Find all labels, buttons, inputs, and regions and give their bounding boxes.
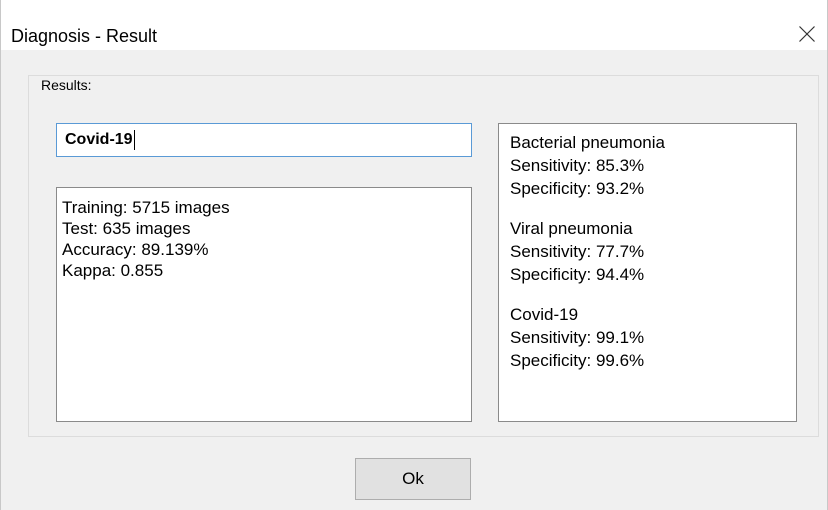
stat-group-covid: Covid-19 Sensitivity: 99.1% Specificity:… <box>510 303 785 372</box>
info-line-test: Test: 635 images <box>62 219 191 238</box>
stat-sensitivity: Sensitivity: 99.1% <box>510 328 645 347</box>
info-line-kappa: Kappa: 0.855 <box>62 261 164 280</box>
ok-button[interactable]: Ok <box>355 458 471 500</box>
stat-specificity: Specificity: 93.2% <box>510 179 645 198</box>
title-bar: Diagnosis - Result <box>1 0 827 50</box>
stat-specificity: Specificity: 94.4% <box>510 265 645 284</box>
dialog-window: Diagnosis - Result Results: Covid-19 Tra… <box>0 0 828 510</box>
selected-class-field[interactable]: Covid-19 <box>56 123 472 157</box>
summary-textbox[interactable]: Training: 5715 images Test: 635 images A… <box>56 187 472 422</box>
stat-class-name: Bacterial pneumonia <box>510 133 665 152</box>
stat-specificity: Specificity: 99.6% <box>510 351 645 370</box>
ok-button-label: Ok <box>402 469 424 488</box>
close-button[interactable] <box>793 20 821 48</box>
text-caret <box>133 129 135 150</box>
window-title: Diagnosis - Result <box>11 26 158 46</box>
close-icon <box>799 26 815 42</box>
stat-class-name: Viral pneumonia <box>510 219 633 238</box>
info-line-training: Training: 5715 images <box>62 198 230 217</box>
results-group-label: Results: <box>39 77 94 93</box>
stat-class-name: Covid-19 <box>510 305 579 324</box>
dialog-body: Results: Covid-19 Training: 5715 images … <box>1 50 827 510</box>
stat-sensitivity: Sensitivity: 85.3% <box>510 156 645 175</box>
stat-group-bacterial: Bacterial pneumonia Sensitivity: 85.3% S… <box>510 131 785 200</box>
stat-group-viral: Viral pneumonia Sensitivity: 77.7% Speci… <box>510 217 785 286</box>
stat-sensitivity: Sensitivity: 77.7% <box>510 242 645 261</box>
selected-class-value: Covid-19 <box>65 131 133 148</box>
info-line-accuracy: Accuracy: 89.139% <box>62 240 209 259</box>
class-stats-textbox[interactable]: Bacterial pneumonia Sensitivity: 85.3% S… <box>498 123 797 422</box>
